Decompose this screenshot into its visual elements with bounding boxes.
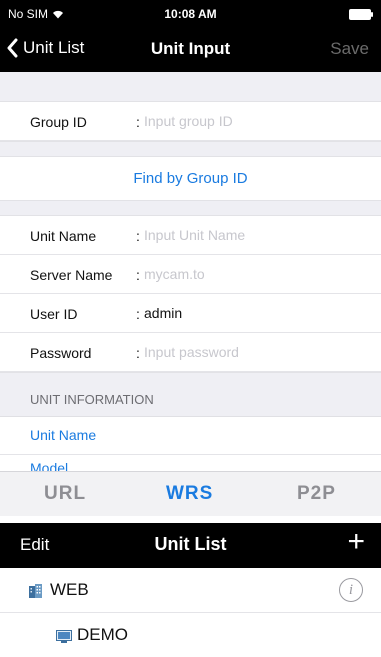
password-label: Password <box>30 345 92 361</box>
password-row: Password : <box>0 333 381 372</box>
unit-name-colon: : <box>136 228 140 244</box>
add-unit-button[interactable]: + <box>347 527 365 557</box>
section-spacer <box>0 200 381 216</box>
unit-list-title: Unit List <box>154 534 227 554</box>
group-id-row: Group ID : <box>0 102 381 141</box>
info-icon[interactable]: i <box>339 578 363 602</box>
unit-name-input[interactable] <box>144 224 364 246</box>
user-id-input[interactable] <box>144 302 364 324</box>
tab-url[interactable]: URL <box>44 483 86 505</box>
status-bar: No SIM 10:08 AM <box>0 0 381 28</box>
password-input[interactable] <box>144 341 364 363</box>
tab-wrs[interactable]: WRS <box>166 483 213 505</box>
unit-list-navigation-bar: Edit Unit List + <box>0 523 381 568</box>
unit-info-model[interactable]: Model <box>0 455 381 471</box>
unit-name-web: WEB <box>50 580 89 599</box>
password-colon: : <box>136 345 140 361</box>
user-id-row: User ID : <box>0 294 381 333</box>
unit-name-label: Unit Name <box>30 228 97 244</box>
building-icon <box>29 584 42 598</box>
group-id-input[interactable] <box>144 110 364 132</box>
edit-button[interactable]: Edit <box>20 535 49 555</box>
unit-name-row: Unit Name : <box>0 216 381 255</box>
unit-information-header: UNIT INFORMATION <box>0 381 381 417</box>
battery-icon <box>349 9 373 20</box>
monitor-icon <box>56 630 72 643</box>
find-by-group-id-button[interactable]: Find by Group ID <box>0 157 381 200</box>
unit-name-demo: DEMO <box>77 625 128 644</box>
status-time: 10:08 AM <box>164 7 217 21</box>
group-id-label: Group ID <box>30 114 87 130</box>
unit-list-item-demo[interactable]: DEMO <box>0 613 381 657</box>
section-spacer <box>0 372 381 381</box>
section-spacer <box>0 72 381 102</box>
connection-tab-bar: URL WRS P2P <box>0 471 381 516</box>
back-button[interactable]: Unit List <box>6 38 84 58</box>
unit-list-item-web[interactable]: WEB i <box>0 568 381 613</box>
unit-info-unit-name[interactable]: Unit Name <box>0 417 381 455</box>
back-label: Unit List <box>23 38 85 57</box>
server-name-colon: : <box>136 267 140 283</box>
save-button[interactable]: Save <box>330 39 369 59</box>
navigation-bar: Unit List Unit Input Save <box>0 28 381 72</box>
user-id-colon: : <box>136 306 140 322</box>
user-id-label: User ID <box>30 306 78 322</box>
chevron-left-icon <box>7 38 18 58</box>
group-id-colon: : <box>136 114 140 130</box>
server-name-label: Server Name <box>30 267 113 283</box>
tab-p2p[interactable]: P2P <box>297 483 336 505</box>
server-name-input[interactable] <box>144 263 364 285</box>
section-spacer <box>0 141 381 157</box>
server-name-row: Server Name : <box>0 255 381 294</box>
